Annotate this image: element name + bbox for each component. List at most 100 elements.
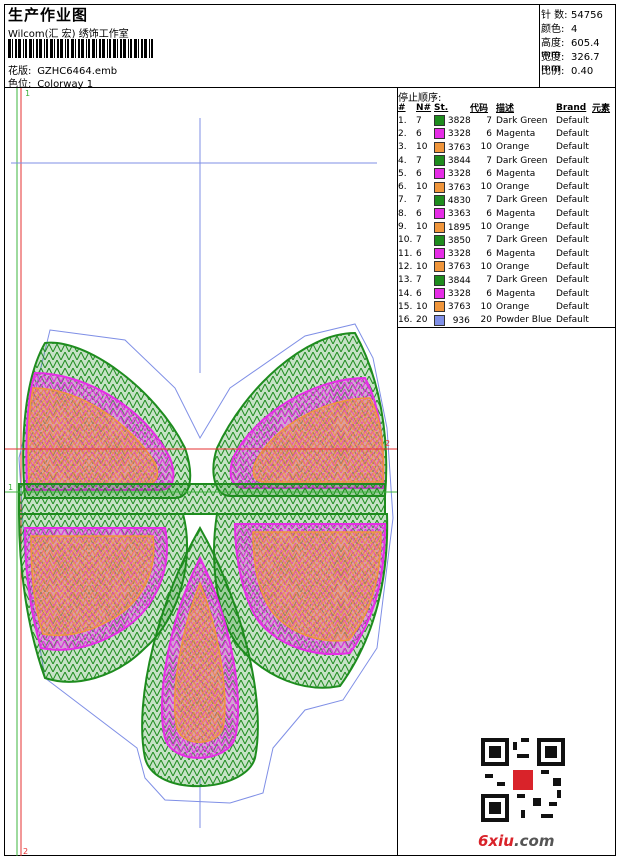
- barcode-bar: [39, 39, 42, 58]
- stitch-value: 3763: [447, 262, 471, 273]
- marker-left-top: 1: [25, 89, 30, 98]
- barcode-bar: [109, 39, 111, 58]
- color-code: 7: [486, 275, 492, 286]
- table-row: 7. 7 4830 7 Dark Green Default: [398, 194, 616, 207]
- element: [592, 313, 616, 326]
- table-row: 16. 20 936 20 Powder Blue Default: [398, 313, 616, 326]
- stitch-count: 3763: [434, 300, 471, 313]
- barcode-bar: [96, 39, 97, 58]
- barcode-bar: [36, 39, 38, 58]
- brand: Default: [556, 195, 589, 206]
- stitch-value: 3844: [447, 156, 471, 167]
- table-row: 15. 10 3763 10 Orange Default: [398, 300, 616, 313]
- marker-left-mid: 1: [8, 483, 13, 492]
- color-code: 20: [480, 315, 492, 326]
- color-code: 7: [486, 235, 492, 246]
- stitch-value: 3763: [447, 182, 471, 193]
- needle-number: 6: [416, 288, 422, 299]
- table-row: 13. 7 3844 7 Dark Green Default: [398, 274, 616, 287]
- color-description: Powder Blue: [496, 315, 552, 326]
- stat-row: 比例: 0.40: [541, 62, 593, 77]
- color-description: Magenta: [496, 248, 536, 259]
- color-code: 7: [486, 195, 492, 206]
- needle-number: 6: [416, 248, 422, 259]
- color-description: Dark Green: [496, 115, 548, 126]
- stitch-count: 3850: [434, 234, 471, 247]
- qr-code-icon: [481, 738, 565, 822]
- color-swatch-icon: [434, 181, 445, 193]
- color-description: Magenta: [496, 128, 536, 139]
- needle-number: 7: [416, 235, 422, 246]
- stitch-value: 3828: [447, 116, 471, 127]
- brand: Default: [556, 301, 589, 312]
- color-code: 7: [486, 155, 492, 166]
- color-swatch-icon: [434, 221, 445, 233]
- barcode-bar: [128, 39, 129, 58]
- marker-left-bottom: 2: [23, 847, 28, 856]
- color-code: 10: [480, 182, 492, 193]
- barcode-bar: [50, 39, 53, 58]
- barcode-bar: [117, 39, 118, 58]
- stitch-value: 936: [452, 315, 470, 326]
- stitch-count: 3844: [434, 154, 471, 167]
- column-header: N#: [416, 102, 432, 113]
- stat-row: 颜色: 4: [541, 20, 577, 35]
- element: [592, 194, 616, 207]
- color-description: Orange: [496, 261, 530, 272]
- color-swatch-icon: [434, 115, 445, 127]
- element: [592, 141, 616, 154]
- needle-number: 7: [416, 275, 422, 286]
- color-swatch-icon: [434, 248, 445, 260]
- row-number: 7.: [398, 195, 407, 206]
- color-code: 6: [486, 288, 492, 299]
- table-row: 10. 7 3850 7 Dark Green Default: [398, 234, 616, 247]
- stat-label: 宽度:: [541, 52, 565, 63]
- stitch-count: 3328: [434, 167, 471, 180]
- barcode-bar: [78, 39, 80, 58]
- row-number: 4.: [398, 155, 407, 166]
- brand: Default: [556, 182, 589, 193]
- brand: Default: [556, 168, 589, 179]
- barcode-bar: [99, 39, 101, 58]
- color-swatch-icon: [434, 261, 445, 273]
- stitch-value: 3328: [447, 249, 471, 260]
- color-swatch-icon: [434, 141, 445, 153]
- barcode-bar: [88, 39, 90, 58]
- color-description: Dark Green: [496, 235, 548, 246]
- table-row: 14. 6 3328 6 Magenta Default: [398, 287, 616, 300]
- stitch-count: 3763: [434, 141, 471, 154]
- centre-band-green: [18, 483, 386, 515]
- stitch-value: 3763: [447, 142, 471, 153]
- stat-label: 高度:: [541, 38, 565, 49]
- color-description: Orange: [496, 142, 530, 153]
- stat-label: 针 数:: [541, 10, 568, 21]
- color-swatch-icon: [434, 301, 445, 313]
- element: [592, 180, 616, 193]
- brand: Default: [556, 128, 589, 139]
- color-swatch-icon: [434, 234, 445, 246]
- barcode-bar: [144, 39, 147, 58]
- color-swatch-icon: [434, 314, 445, 326]
- element: [592, 220, 616, 233]
- color-code: 10: [480, 301, 492, 312]
- needle-number: 7: [416, 115, 422, 126]
- barcode-bar: [107, 39, 108, 58]
- stat-value: 0.40: [571, 66, 594, 77]
- barcode-bar: [44, 39, 45, 58]
- barcode-bar: [130, 39, 132, 58]
- needle-number: 6: [416, 168, 422, 179]
- color-code: 6: [486, 208, 492, 219]
- barcode-bar: [18, 39, 21, 58]
- stitch-value: 3363: [447, 209, 471, 220]
- color-swatch-icon: [434, 274, 445, 286]
- barcode-bar: [81, 39, 84, 58]
- site-watermark: 6xiu.com: [478, 832, 554, 850]
- barcode-bar: [123, 39, 126, 58]
- brand: Default: [556, 115, 589, 126]
- color-description: Dark Green: [496, 195, 548, 206]
- color-description: Orange: [496, 222, 530, 233]
- column-header: 元素: [592, 104, 611, 114]
- stitch-count: 936: [434, 313, 470, 326]
- table-row: 5. 6 3328 6 Magenta Default: [398, 167, 616, 180]
- stitch-value: 1895: [447, 222, 471, 233]
